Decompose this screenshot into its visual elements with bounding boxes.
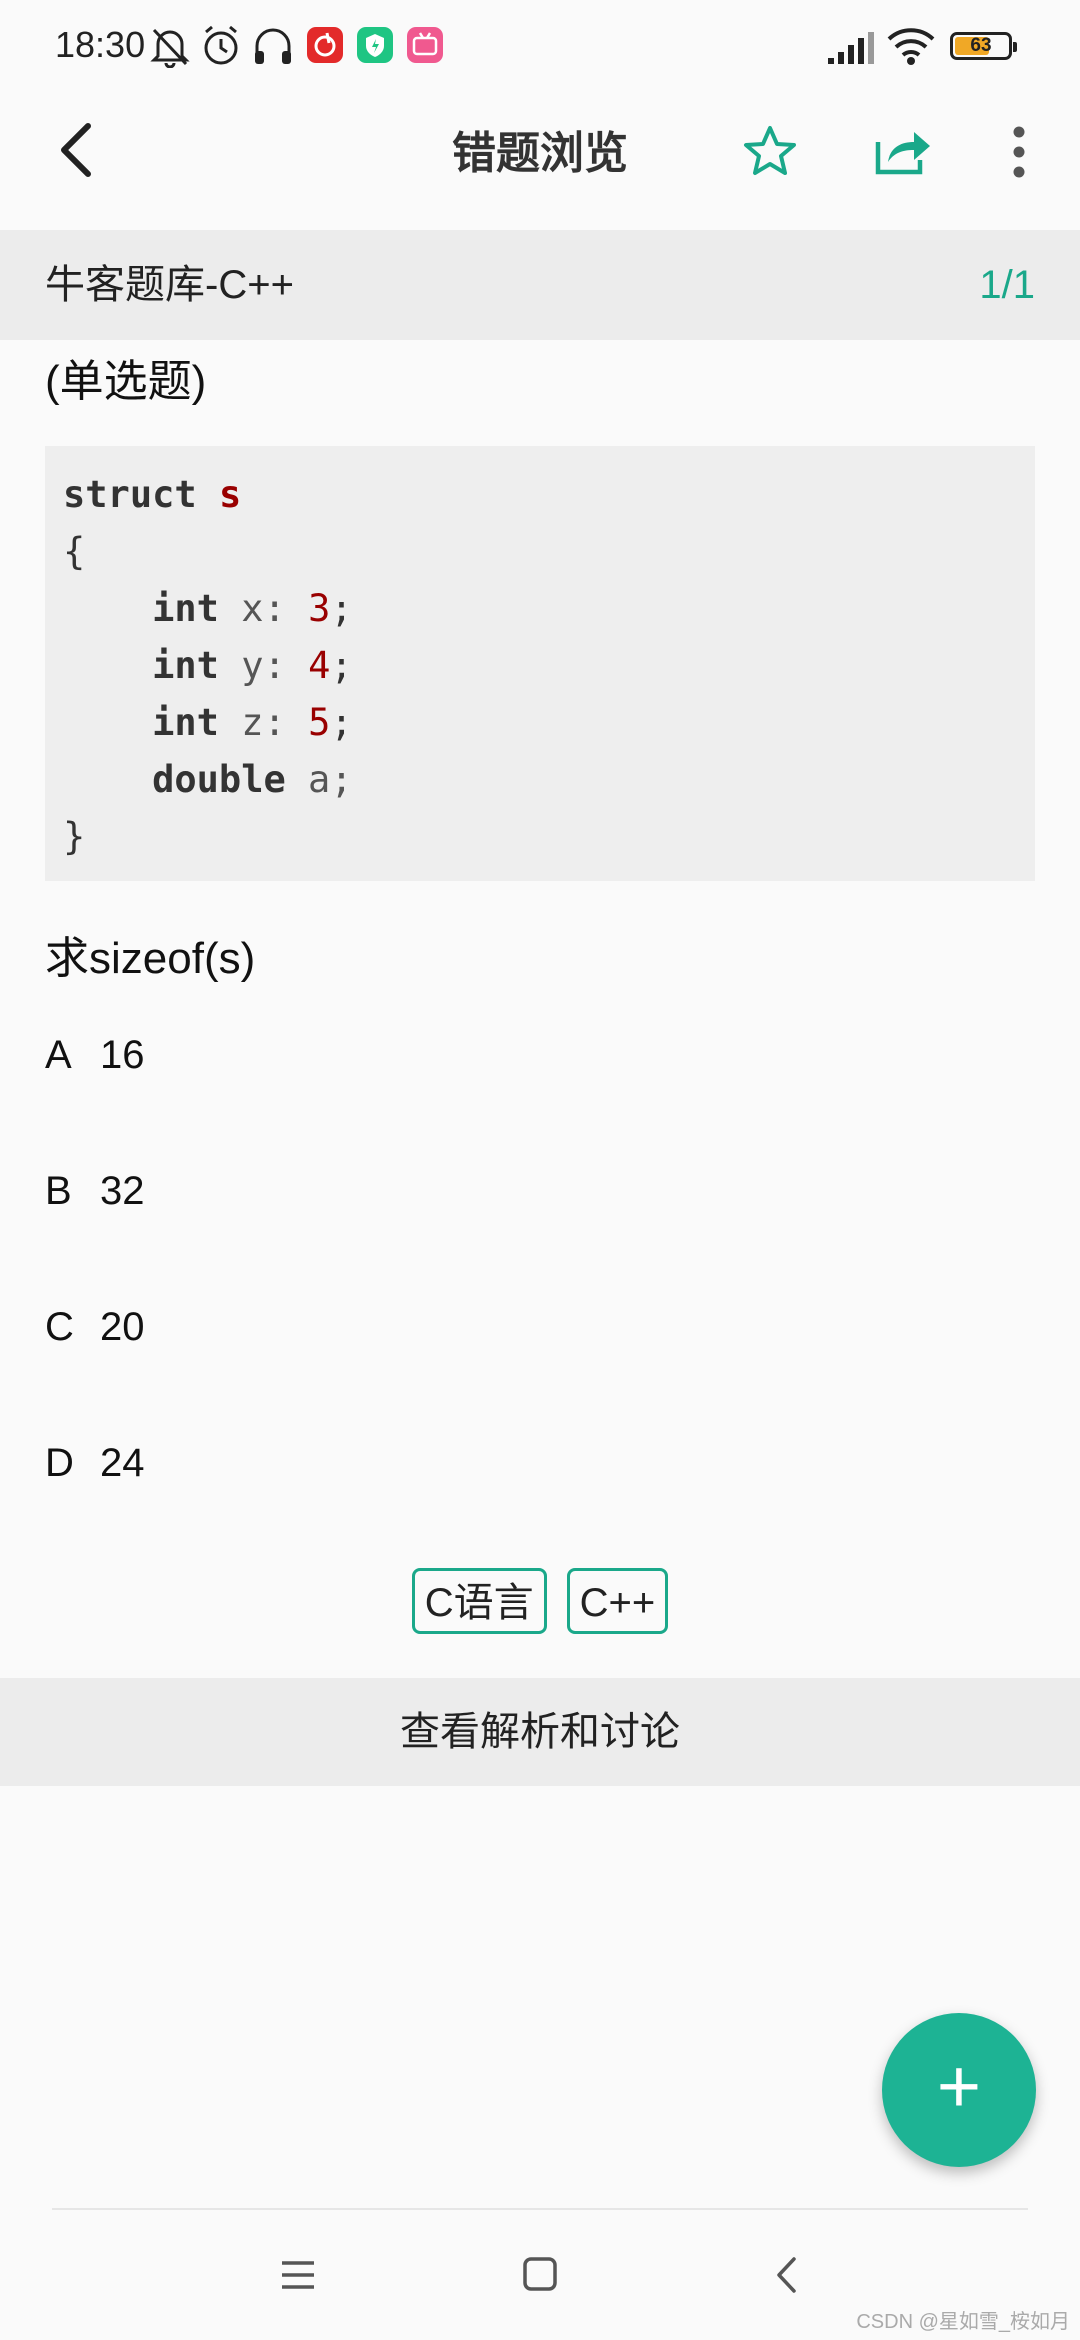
back-chevron-icon[interactable] [774,2256,800,2294]
battery-icon: 63 [950,32,1017,60]
code-member: y: [241,644,286,687]
status-time: 18:30 [55,24,146,65]
code-member: a; [308,758,353,801]
add-fab-button[interactable]: + [882,2013,1036,2167]
question-text: 求sizeof(s) [45,934,256,983]
code-typename: s [218,473,242,516]
view-analysis-button[interactable]: 查看解析和讨论 [0,1678,1080,1786]
code-line: } [63,808,1017,865]
option-c[interactable]: C 20 [45,1287,1035,1367]
code-number: 3 [308,587,331,630]
code-line: int x: 3; [152,587,353,630]
battery-level: 63 [970,35,992,56]
option-d[interactable]: D 24 [45,1423,1035,1503]
code-keyword: int [152,701,219,744]
question-bank-header: 牛客题库-C++ 1/1 [0,230,1080,340]
star-icon[interactable] [742,124,798,180]
watermark: CSDN @星如雪_桉如月 [856,2311,1070,2333]
code-keyword: double [152,758,286,801]
code-keyword: struct [63,473,197,516]
code-number: 4 [308,644,331,687]
option-b[interactable]: B 32 [45,1151,1035,1231]
alarm-icon [204,25,238,65]
code-block: struct s { int x: 3; int y: 4; int z: 5;… [45,446,1035,881]
menu-icon[interactable] [280,2260,316,2290]
system-nav-bar: CSDN @星如雪_桉如月 [0,2210,1080,2340]
code-member: x: [241,587,286,630]
security-app-icon [357,27,393,63]
option-letter: D [45,1441,74,1485]
status-bar: 18:30 63 [0,0,1080,96]
option-letter: A [45,1033,72,1077]
signal-icon [828,32,874,64]
tag-list: C语言 C++ [0,1568,1080,1640]
code-line: struct s [63,466,1017,523]
option-text: 32 [100,1169,145,1213]
tag-cpp[interactable]: C++ [566,1568,669,1634]
question-bank-name: 牛客题库-C++ [45,263,294,307]
netease-music-icon [307,27,343,63]
home-square-icon[interactable] [522,2256,558,2292]
more-vert-icon[interactable] [1008,126,1030,178]
code-keyword: int [152,644,219,687]
option-letter: C [45,1305,74,1349]
code-keyword: int [152,587,219,630]
code-member: z: [241,701,286,744]
code-line: int y: 4; [152,644,353,687]
page-counter: 1/1 [979,263,1035,307]
code-brace: { [63,530,86,573]
code-line: double a; [63,751,1017,808]
bilibili-icon [407,27,443,63]
question-type: (单选题) [45,357,207,406]
plus-icon: + [936,2044,982,2129]
wifi-icon [887,28,935,65]
code-brace: } [63,815,86,858]
option-letter: B [45,1169,72,1213]
share-icon[interactable] [874,122,932,178]
tag-c-language[interactable]: C语言 [411,1568,547,1634]
app-bar: 错题浏览 [0,96,1080,230]
code-line: { [63,523,1017,580]
bell-off-icon [150,28,190,68]
option-text: 16 [100,1033,145,1077]
code-number: 5 [308,701,331,744]
option-text: 20 [100,1305,145,1349]
option-a[interactable]: A 16 [45,1015,1035,1095]
code-line: int z: 5; [152,701,353,744]
headphones-icon [255,28,291,64]
option-text: 24 [100,1441,145,1485]
